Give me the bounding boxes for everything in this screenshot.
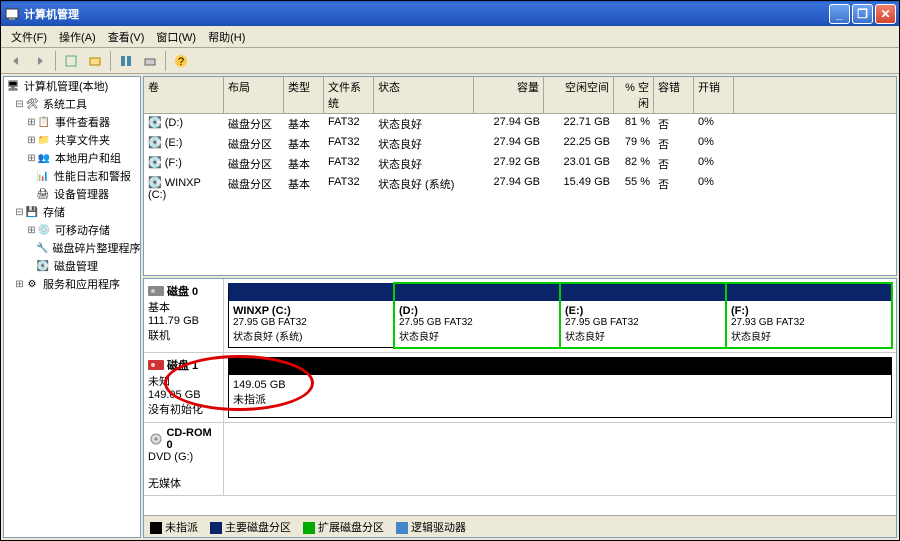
perf-icon: 📊 [36, 169, 50, 183]
tools-icon: 🛠 [25, 97, 39, 111]
disk-0-part-3[interactable]: (F:)27.93 GB FAT32状态良好 [726, 283, 892, 348]
disk-1-info: 磁盘 1 未知149.05 GB没有初始化 [144, 353, 224, 422]
volume-row[interactable]: 💽 (E:)磁盘分区基本FAT32状态良好27.94 GB22.25 GB79 … [144, 134, 896, 154]
help-button[interactable]: ? [170, 50, 192, 72]
tool-2[interactable] [84, 50, 106, 72]
tool-4[interactable] [139, 50, 161, 72]
tree-defrag[interactable]: 🔧磁盘碎片整理程序 [4, 239, 140, 257]
defrag-icon: 🔧 [36, 241, 48, 255]
tree-users[interactable]: ⊞👥本地用户和组 [4, 149, 140, 167]
tree-perflogs[interactable]: 📊性能日志和警报 [4, 167, 140, 185]
col-type[interactable]: 类型 [284, 77, 324, 113]
col-status[interactable]: 状态 [374, 77, 474, 113]
event-icon: 📋 [37, 115, 51, 129]
tree-diskmgmt[interactable]: 💽磁盘管理 [4, 257, 140, 275]
legend: 未指派 主要磁盘分区 扩展磁盘分区 逻辑驱动器 [144, 515, 896, 537]
app-icon [4, 6, 20, 22]
tree-root[interactable]: 🖥计算机管理(本地) [4, 77, 140, 95]
disk-0-part-1[interactable]: (D:)27.95 GB FAT32状态良好 [394, 283, 560, 348]
storage-icon: 💾 [25, 205, 39, 219]
back-button[interactable] [5, 50, 27, 72]
services-icon: ⚙ [25, 277, 39, 291]
col-free[interactable]: 空闲空间 [544, 77, 614, 113]
cdrom-0[interactable]: CD-ROM 0 DVD (G:)无媒体 [144, 423, 896, 496]
cdrom-icon [148, 433, 163, 445]
toolbar: ? [1, 48, 899, 74]
volume-row[interactable]: 💽 (D:)磁盘分区基本FAT32状态良好27.94 GB22.71 GB81 … [144, 114, 896, 134]
disk-1-unallocated[interactable]: 149.05 GB未指派 [228, 357, 892, 418]
volume-row[interactable]: 💽 (F:)磁盘分区基本FAT32状态良好27.92 GB23.01 GB82 … [144, 154, 896, 174]
menu-window[interactable]: 窗口(W) [150, 27, 202, 47]
refresh-button[interactable] [115, 50, 137, 72]
minimize-button[interactable]: _ [829, 4, 850, 24]
tree-storage[interactable]: ⊟💾存储 [4, 203, 140, 221]
menu-file[interactable]: 文件(F) [5, 27, 53, 47]
disk-1[interactable]: 磁盘 1 未知149.05 GB没有初始化 149.05 GB未指派 [144, 353, 896, 423]
device-icon: 🖨 [36, 187, 50, 201]
tree-eventviewer[interactable]: ⊞📋事件查看器 [4, 113, 140, 131]
folder-icon: 📁 [37, 133, 51, 147]
menu-action[interactable]: 操作(A) [53, 27, 102, 47]
col-pct[interactable]: % 空闲 [614, 77, 654, 113]
tree-systools[interactable]: ⊟🛠系统工具 [4, 95, 140, 113]
disk-icon: 💽 [36, 259, 50, 273]
hdd-icon [148, 285, 164, 297]
removable-icon: 💿 [37, 223, 51, 237]
col-tol[interactable]: 容错 [654, 77, 694, 113]
col-vol[interactable]: 卷 [144, 77, 224, 113]
titlebar: 计算机管理 _ ❐ ✕ [1, 1, 899, 26]
volume-list[interactable]: 卷 布局 类型 文件系统 状态 容量 空闲空间 % 空闲 容错 开销 💽 (D:… [143, 76, 897, 276]
col-oh[interactable]: 开销 [694, 77, 734, 113]
forward-button[interactable] [29, 50, 51, 72]
tree-removable[interactable]: ⊞💿可移动存储 [4, 221, 140, 239]
menubar: 文件(F) 操作(A) 查看(V) 窗口(W) 帮助(H) [1, 26, 899, 48]
tree-shared[interactable]: ⊞📁共享文件夹 [4, 131, 140, 149]
cdrom-info: CD-ROM 0 DVD (G:)无媒体 [144, 423, 224, 495]
disk-0[interactable]: 磁盘 0 基本111.79 GB联机 WINXP (C:)27.95 GB FA… [144, 279, 896, 353]
tool-1[interactable] [60, 50, 82, 72]
disk-map[interactable]: 磁盘 0 基本111.79 GB联机 WINXP (C:)27.95 GB FA… [143, 278, 897, 538]
col-fs[interactable]: 文件系统 [324, 77, 374, 113]
maximize-button[interactable]: ❐ [852, 4, 873, 24]
nav-tree[interactable]: 🖥计算机管理(本地) ⊟🛠系统工具 ⊞📋事件查看器 ⊞📁共享文件夹 ⊞👥本地用户… [3, 76, 141, 538]
tree-services[interactable]: ⊞⚙服务和应用程序 [4, 275, 140, 293]
svg-text:?: ? [178, 56, 184, 68]
disk-0-info: 磁盘 0 基本111.79 GB联机 [144, 279, 224, 352]
close-button[interactable]: ✕ [875, 4, 896, 24]
menu-help[interactable]: 帮助(H) [202, 27, 251, 47]
col-cap[interactable]: 容量 [474, 77, 544, 113]
col-layout[interactable]: 布局 [224, 77, 284, 113]
menu-view[interactable]: 查看(V) [102, 27, 151, 47]
tree-devmgr[interactable]: 🖨设备管理器 [4, 185, 140, 203]
disk-0-part-0[interactable]: WINXP (C:)27.95 GB FAT32状态良好 (系统) [228, 283, 394, 348]
window-title: 计算机管理 [24, 6, 829, 22]
hdd-warn-icon [148, 359, 164, 371]
computer-icon: 🖥 [6, 79, 20, 93]
disk-0-part-2[interactable]: (E:)27.95 GB FAT32状态良好 [560, 283, 726, 348]
users-icon: 👥 [37, 151, 51, 165]
volume-header: 卷 布局 类型 文件系统 状态 容量 空闲空间 % 空闲 容错 开销 [144, 77, 896, 114]
volume-row[interactable]: 💽 WINXP (C:)磁盘分区基本FAT32状态良好 (系统)27.94 GB… [144, 174, 896, 203]
